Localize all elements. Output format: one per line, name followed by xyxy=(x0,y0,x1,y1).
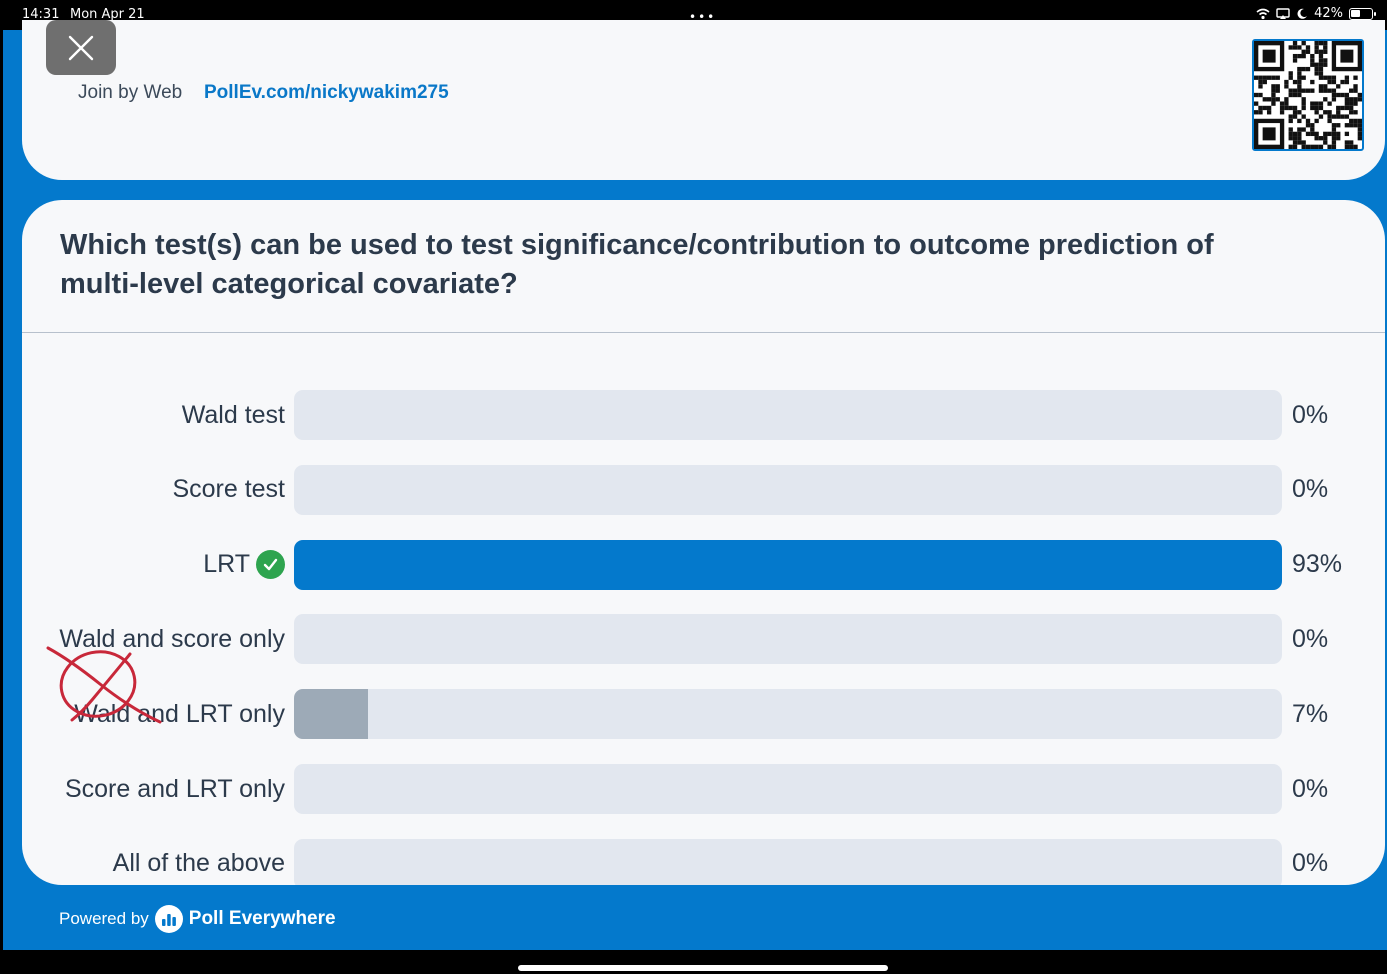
option-label: LRT xyxy=(203,540,285,590)
moon-icon xyxy=(1297,8,1308,19)
screen-mirroring-icon xyxy=(1276,7,1290,19)
result-bar-track xyxy=(294,539,1282,590)
result-row: Wald and score only 0% xyxy=(22,614,1385,665)
result-bar-track xyxy=(294,689,1282,740)
result-percent: 0% xyxy=(1292,624,1329,653)
result-bar-track xyxy=(294,838,1282,885)
option-label-text: All of the above xyxy=(112,849,285,878)
option-label: Score and LRT only xyxy=(65,764,285,814)
result-row: Score and LRT only 0% xyxy=(22,764,1385,814)
result-row: Score test 0% xyxy=(22,464,1385,515)
result-percent: 93% xyxy=(1292,550,1343,579)
result-percent: 0% xyxy=(1292,475,1329,504)
result-bar-track xyxy=(294,464,1282,515)
option-label: All of the above xyxy=(113,839,285,885)
option-label-text: Wald and score only xyxy=(59,624,285,653)
battery-percent: 42% xyxy=(1314,6,1343,21)
result-bar-track xyxy=(294,764,1282,814)
result-row: Wald test 0% xyxy=(22,390,1385,440)
result-row: All of the above 0% xyxy=(22,838,1385,885)
poll-question: Which test(s) can be used to test signif… xyxy=(60,229,1214,300)
result-percent: 7% xyxy=(1292,699,1329,728)
result-bar-track xyxy=(294,614,1282,665)
qr-code xyxy=(1252,39,1364,151)
result-bar-fill xyxy=(294,539,1282,590)
join-url-link[interactable]: PollEv.com/nickywakim275 xyxy=(204,82,449,104)
option-label-text: Wald test xyxy=(181,400,285,429)
brand-name: Poll Everywhere xyxy=(188,908,336,929)
close-button[interactable] xyxy=(46,20,116,75)
result-bar-fill xyxy=(294,689,369,740)
join-label: Join by Web xyxy=(78,82,183,103)
correct-check-icon xyxy=(256,550,285,580)
option-label: Score test xyxy=(172,465,285,515)
option-label-text: Score test xyxy=(172,475,285,504)
divider xyxy=(22,332,1385,333)
result-percent: 0% xyxy=(1292,774,1329,803)
footer: Powered by Poll Everywhere xyxy=(59,905,336,933)
option-label: Wald and score only xyxy=(59,614,285,664)
status-icons: 42% xyxy=(1256,6,1376,21)
home-indicator[interactable] xyxy=(518,965,888,971)
option-label-text: Score and LRT only xyxy=(64,774,285,803)
option-label-text: LRT xyxy=(203,550,250,579)
join-header: Join by Web PollEv.com/nickywakim275 xyxy=(22,20,1385,180)
home-bar xyxy=(0,950,1387,974)
option-label: Wald test xyxy=(182,390,285,440)
result-bar-track xyxy=(294,390,1282,440)
poll-results-card: Which test(s) can be used to test signif… xyxy=(22,200,1385,885)
battery-icon xyxy=(1349,7,1376,20)
result-percent: 0% xyxy=(1292,400,1329,429)
result-row: Wald and LRT only 7% xyxy=(22,689,1385,740)
poll-screen: Join by Web PollEv.com/nickywakim275 Whi… xyxy=(3,20,1387,950)
result-row: LRT 93% xyxy=(22,539,1385,590)
close-icon xyxy=(68,35,94,60)
powered-by-label: Powered by xyxy=(59,909,149,928)
wifi-icon xyxy=(1256,8,1270,19)
option-label-text: Wald and LRT only xyxy=(74,699,285,728)
result-percent: 0% xyxy=(1292,849,1329,878)
poll-everywhere-logo-icon xyxy=(154,905,183,933)
option-label: Wald and LRT only xyxy=(74,689,285,739)
